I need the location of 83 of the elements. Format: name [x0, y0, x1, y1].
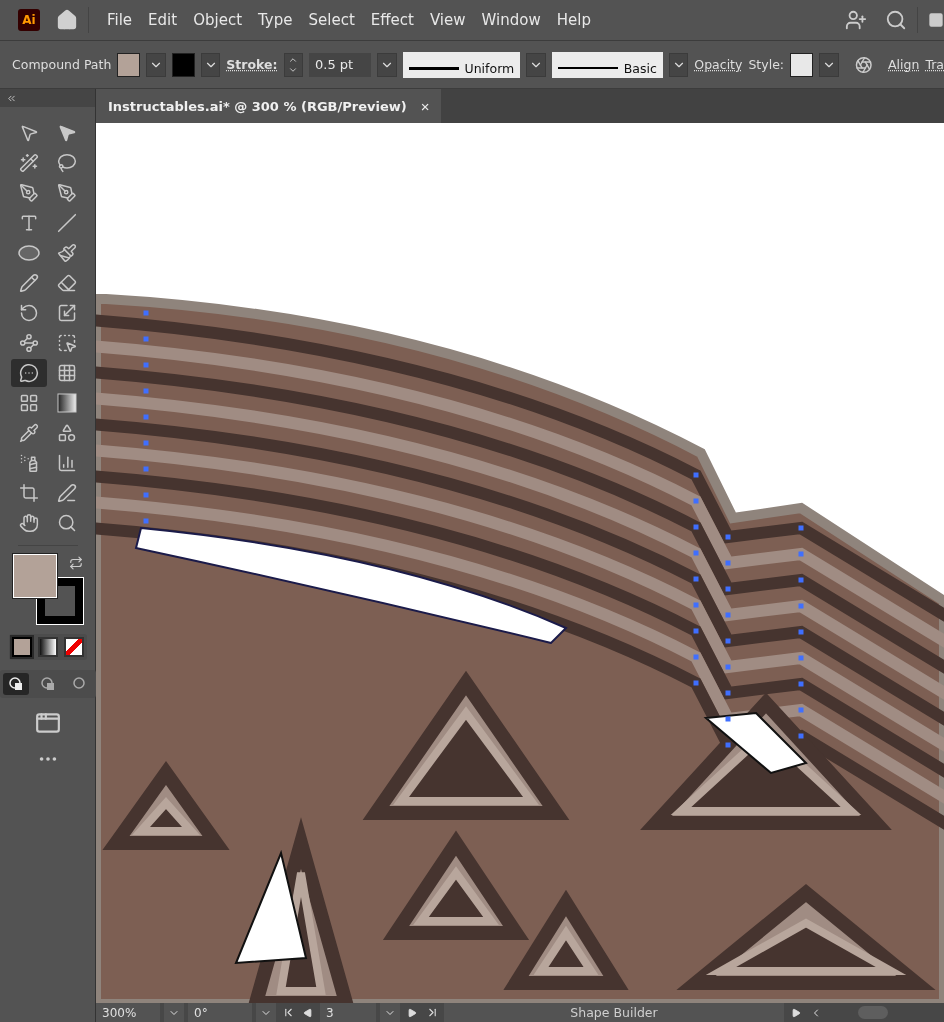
menu-item[interactable]: Object: [185, 11, 251, 29]
style-swatch[interactable]: [790, 52, 814, 77]
zoom-icon: [56, 513, 77, 533]
scale-icon: [56, 303, 77, 323]
color-wheel-icon[interactable]: [854, 54, 873, 75]
triangle-left-icon: [303, 1007, 313, 1018]
opacity-link[interactable]: Opacity: [694, 57, 743, 72]
document-tab[interactable]: Instructables.ai* @ 300 % (RGB/Preview) ×: [96, 89, 442, 123]
menu-item[interactable]: File: [99, 11, 141, 29]
pin-path-icon: [18, 333, 39, 353]
rotation-field[interactable]: 0°: [188, 1003, 252, 1022]
zoom-field[interactable]: 300%: [96, 1003, 160, 1022]
eyedropper-icon: [18, 423, 39, 443]
crop-icon: [18, 483, 39, 503]
dropdown-button[interactable]: [819, 52, 839, 77]
transform-link[interactable]: Tra: [925, 57, 944, 72]
menu-item[interactable]: View: [421, 11, 474, 29]
current-tool-label: Shape Builder: [444, 1003, 784, 1022]
dropdown-button[interactable]: [164, 1003, 184, 1022]
search-icon[interactable]: [885, 9, 907, 31]
rotate-icon: [18, 303, 39, 323]
menu-item[interactable]: Window: [473, 11, 549, 29]
stroke-weight-field[interactable]: 0.5 pt: [309, 52, 372, 77]
color-mode-button[interactable]: [63, 637, 84, 657]
scrollbar-thumb[interactable]: [858, 1006, 888, 1019]
close-button[interactable]: ×: [420, 97, 430, 115]
shapes-icon: [56, 423, 77, 443]
fill-color-swatch[interactable]: [12, 554, 57, 598]
stroke-link[interactable]: Stroke:: [226, 57, 278, 72]
document-title: Instructables.ai* @ 300 % (RGB/Preview): [108, 98, 407, 114]
menu-item[interactable]: Type: [250, 11, 301, 29]
user-icon[interactable]: [845, 9, 867, 31]
pen-nib-icon: [18, 183, 39, 203]
spinner-button[interactable]: [283, 52, 304, 77]
pencil-icon: [18, 273, 39, 293]
menu-item[interactable]: Edit: [140, 11, 186, 29]
align-link[interactable]: Align: [888, 57, 920, 72]
hand-icon: [18, 513, 39, 533]
swap-icon[interactable]: [68, 556, 83, 570]
dropdown-button[interactable]: [668, 52, 689, 77]
dropdown-button[interactable]: [200, 52, 221, 77]
dropdown-button[interactable]: [146, 52, 166, 77]
stroke-swatch[interactable]: [171, 52, 195, 77]
draw-normal-icon: [8, 677, 23, 691]
color-mode-button[interactable]: [11, 637, 32, 657]
selection-label: Compound Path: [12, 57, 112, 72]
spray-can-icon: [18, 453, 39, 473]
home-icon[interactable]: [56, 9, 78, 31]
brush-icon: [56, 243, 77, 263]
dropdown-button[interactable]: [256, 1003, 276, 1022]
draw-mode-button[interactable]: [2, 673, 29, 695]
pen-line-icon: [56, 483, 77, 503]
eraser-icon: [56, 273, 77, 293]
app-logo[interactable]: Ai: [18, 9, 40, 31]
triangle-right-icon: [407, 1007, 417, 1018]
stroke-color-swatch[interactable]: [36, 578, 83, 624]
pointer-frame-icon: [56, 333, 77, 353]
pen-nib-icon: [56, 183, 77, 203]
lasso-icon: [56, 153, 77, 173]
menu-item[interactable]: Effect: [362, 11, 422, 29]
ellipse-icon: [17, 245, 40, 261]
menu-item[interactable]: Help: [548, 11, 599, 29]
menu-item[interactable]: Select: [300, 11, 363, 29]
color-mode-button[interactable]: [37, 637, 58, 657]
bar-chart-icon: [56, 453, 77, 473]
brush-dropdown[interactable]: Basic: [551, 51, 663, 78]
style-label: Style:: [748, 57, 785, 72]
square-icon[interactable]: [928, 12, 944, 28]
artboard-field[interactable]: 3: [320, 1003, 376, 1022]
screen-mode-icon[interactable]: [34, 710, 61, 736]
dropdown-button[interactable]: [377, 52, 397, 77]
dropdown-button[interactable]: [526, 52, 546, 77]
gradient-icon: [56, 393, 77, 413]
tool-button[interactable]: [10, 359, 47, 387]
draw-behind-icon: [40, 677, 55, 691]
draw-inside-icon: [72, 677, 87, 691]
profile-dropdown[interactable]: Uniform: [402, 51, 521, 78]
mesh-icon: [18, 393, 39, 413]
magic-wand-icon: [18, 153, 39, 173]
line-icon: [56, 213, 77, 233]
triangle-right-icon: [791, 1007, 801, 1018]
fill-swatch[interactable]: [117, 52, 141, 77]
grid-icon: [56, 363, 77, 383]
